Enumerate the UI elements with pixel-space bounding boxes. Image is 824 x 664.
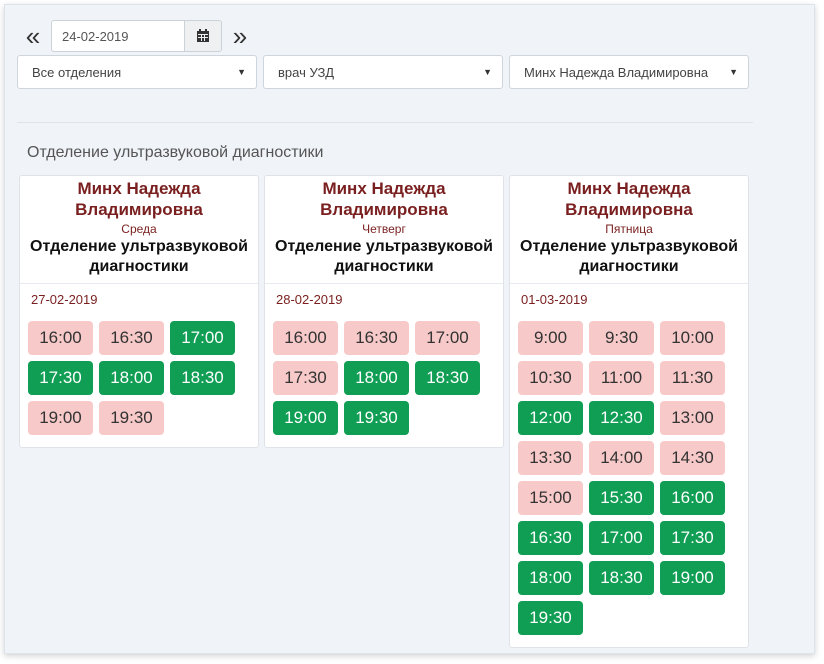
card-date: 28-02-2019 [276, 292, 343, 307]
card-header: Минх Надежда Владимировна Четверг Отделе… [265, 176, 503, 284]
section-title: Отделение ультразвуковой диагностики [27, 144, 324, 161]
time-slot-busy[interactable]: 19:30 [99, 401, 164, 435]
time-slot-free[interactable]: 17:30 [660, 521, 725, 555]
caret-down-icon: ▼ [237, 67, 246, 77]
department-select[interactable]: Все отделения ▼ [17, 55, 257, 89]
time-slot-busy[interactable]: 17:30 [273, 361, 338, 395]
time-slots: 16:00 16:30 17:00 17:30 18:00 18:30 19:00 19:30 [273, 321, 497, 441]
time-slot-busy[interactable]: 13:30 [518, 441, 583, 475]
date-picker [51, 20, 222, 52]
time-slot-busy[interactable]: 14:00 [589, 441, 654, 475]
card-date: 27-02-2019 [31, 292, 98, 307]
specialty-select-value: врач УЗД [278, 64, 335, 80]
time-slot-free[interactable]: 19:30 [344, 401, 409, 435]
calendar-button[interactable] [184, 20, 222, 52]
weekday-label: Пятница [605, 222, 653, 236]
time-slots: 16:00 16:30 17:00 17:30 18:00 18:30 19:00 19:30 [28, 321, 252, 441]
time-slot-free[interactable]: 16:00 [660, 481, 725, 515]
double-chevron-left-icon: « [25, 21, 41, 51]
caret-down-icon: ▼ [729, 67, 738, 77]
time-slot-busy[interactable]: 10:00 [660, 321, 725, 355]
time-slot-busy[interactable]: 13:00 [660, 401, 725, 435]
doctor-name: Минх Надежда Владимировна [75, 179, 203, 219]
specialty-select[interactable]: врач УЗД ▼ [263, 55, 503, 89]
time-slot-busy[interactable]: 17:00 [415, 321, 480, 355]
time-slot-busy[interactable]: 11:00 [589, 361, 654, 395]
next-week-button[interactable]: » [226, 19, 254, 53]
double-chevron-right-icon: » [232, 21, 248, 51]
card-body: 01-03-2019 9:00 9:30 10:00 10:30 11:00 11:30 1… [510, 284, 748, 647]
doctor-select[interactable]: Минх Надежда Владимировна ▼ [509, 55, 749, 89]
doctor-select-value: Минх Надежда Владимировна [524, 64, 709, 80]
time-slot-free[interactable]: 19:30 [518, 601, 583, 635]
date-navigation: « » [19, 19, 254, 53]
time-slot-busy[interactable]: 9:00 [518, 321, 583, 355]
card-header: Минх Надежда Владимировна Пятница Отделе… [510, 176, 748, 284]
time-slot-busy[interactable]: 19:00 [28, 401, 93, 435]
department-name: Отделение ультразвуковой диагностики [275, 238, 493, 275]
caret-down-icon: ▼ [483, 67, 492, 77]
time-slot-free[interactable]: 19:00 [273, 401, 338, 435]
time-slot-free[interactable]: 19:00 [660, 561, 725, 595]
time-slot-free[interactable]: 17:00 [170, 321, 235, 355]
card-body: 27-02-2019 16:00 16:30 17:00 17:30 18:00 18:3… [20, 284, 258, 447]
doctor-name: Минх Надежда Владимировна [320, 179, 448, 219]
card-body: 28-02-2019 16:00 16:30 17:00 17:30 18:00 18:3… [265, 284, 503, 447]
time-slot-free[interactable]: 18:00 [99, 361, 164, 395]
divider [17, 122, 753, 123]
schedule-card: Минх Надежда Владимировна Среда Отделени… [19, 175, 259, 448]
time-slot-busy[interactable]: 16:30 [344, 321, 409, 355]
card-header: Минх Надежда Владимировна Среда Отделени… [20, 176, 258, 284]
time-slot-free[interactable]: 18:30 [589, 561, 654, 595]
filter-bar: Все отделения ▼ врач УЗД ▼ Минх Надежда … [17, 55, 749, 89]
time-slot-free[interactable]: 18:30 [415, 361, 480, 395]
department-name: Отделение ультразвуковой диагностики [30, 238, 248, 275]
time-slot-busy[interactable]: 16:00 [28, 321, 93, 355]
time-slot-free[interactable]: 12:30 [589, 401, 654, 435]
card-date: 01-03-2019 [521, 292, 588, 307]
time-slots: 9:00 9:30 10:00 10:30 11:00 11:30 12:00 12:30 13… [518, 321, 742, 641]
time-slot-free[interactable]: 18:00 [344, 361, 409, 395]
time-slot-busy[interactable]: 16:30 [99, 321, 164, 355]
time-slot-busy[interactable]: 9:30 [589, 321, 654, 355]
time-slot-busy[interactable]: 11:30 [660, 361, 725, 395]
time-slot-free[interactable]: 16:30 [518, 521, 583, 555]
schedule-card: Минх Надежда Владимировна Пятница Отделе… [509, 175, 749, 648]
time-slot-busy[interactable]: 10:30 [518, 361, 583, 395]
time-slot-free[interactable]: 18:30 [170, 361, 235, 395]
time-slot-free[interactable]: 12:00 [518, 401, 583, 435]
calendar-icon [197, 29, 209, 42]
doctor-name: Минх Надежда Владимировна [565, 179, 693, 219]
date-input[interactable] [51, 20, 184, 52]
schedule-card: Минх Надежда Владимировна Четверг Отделе… [264, 175, 504, 448]
time-slot-busy[interactable]: 14:30 [660, 441, 725, 475]
weekday-label: Четверг [362, 222, 406, 236]
weekday-label: Среда [121, 222, 157, 236]
department-select-value: Все отделения [32, 64, 122, 80]
time-slot-free[interactable]: 17:30 [28, 361, 93, 395]
prev-week-button[interactable]: « [19, 19, 47, 53]
time-slot-free[interactable]: 18:00 [518, 561, 583, 595]
department-name: Отделение ультразвуковой диагностики [520, 238, 738, 275]
schedule-panel: « » Все отделения ▼ [4, 4, 815, 654]
time-slot-busy[interactable]: 15:00 [518, 481, 583, 515]
time-slot-busy[interactable]: 16:00 [273, 321, 338, 355]
time-slot-free[interactable]: 17:00 [589, 521, 654, 555]
time-slot-free[interactable]: 15:30 [589, 481, 654, 515]
